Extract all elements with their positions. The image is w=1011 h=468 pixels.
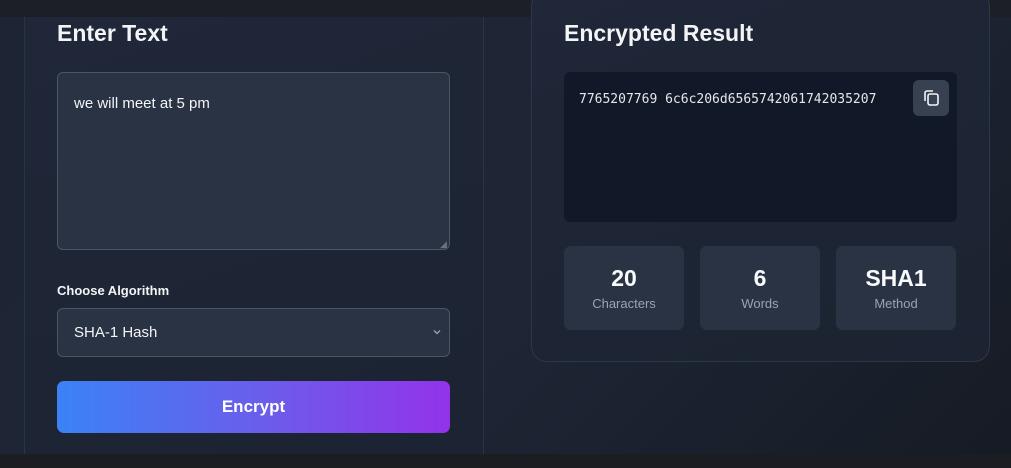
text-input[interactable] — [57, 72, 450, 250]
copy-icon — [924, 90, 939, 106]
algorithm-selected-value: SHA-1 Hash — [74, 324, 158, 341]
stat-characters-label: Characters — [592, 296, 656, 311]
resize-handle-icon[interactable]: ◢ — [440, 240, 448, 249]
result-panel-title: Encrypted Result — [564, 20, 754, 46]
stat-characters: 20 Characters — [564, 246, 684, 330]
copy-button[interactable] — [913, 80, 949, 116]
algorithm-select[interactable]: SHA-1 Hash — [57, 308, 450, 357]
bottom-window-edge — [0, 454, 1011, 468]
stat-method-value: SHA1 — [865, 265, 927, 291]
stat-words-value: 6 — [753, 265, 767, 291]
stat-method-label: Method — [874, 296, 918, 311]
chevron-down-icon — [433, 330, 441, 335]
encrypt-button[interactable]: Encrypt — [57, 381, 450, 433]
stat-words: 6 Words — [700, 246, 820, 330]
result-output-text: 7765207769 6c6c206d6565742061742035207 — [579, 92, 877, 107]
stat-characters-value: 20 — [611, 265, 637, 291]
stat-method: SHA1 Method — [836, 246, 956, 330]
stat-words-label: Words — [741, 296, 779, 311]
input-panel-title: Enter Text — [57, 20, 168, 46]
algorithm-label: Choose Algorithm — [57, 283, 170, 298]
